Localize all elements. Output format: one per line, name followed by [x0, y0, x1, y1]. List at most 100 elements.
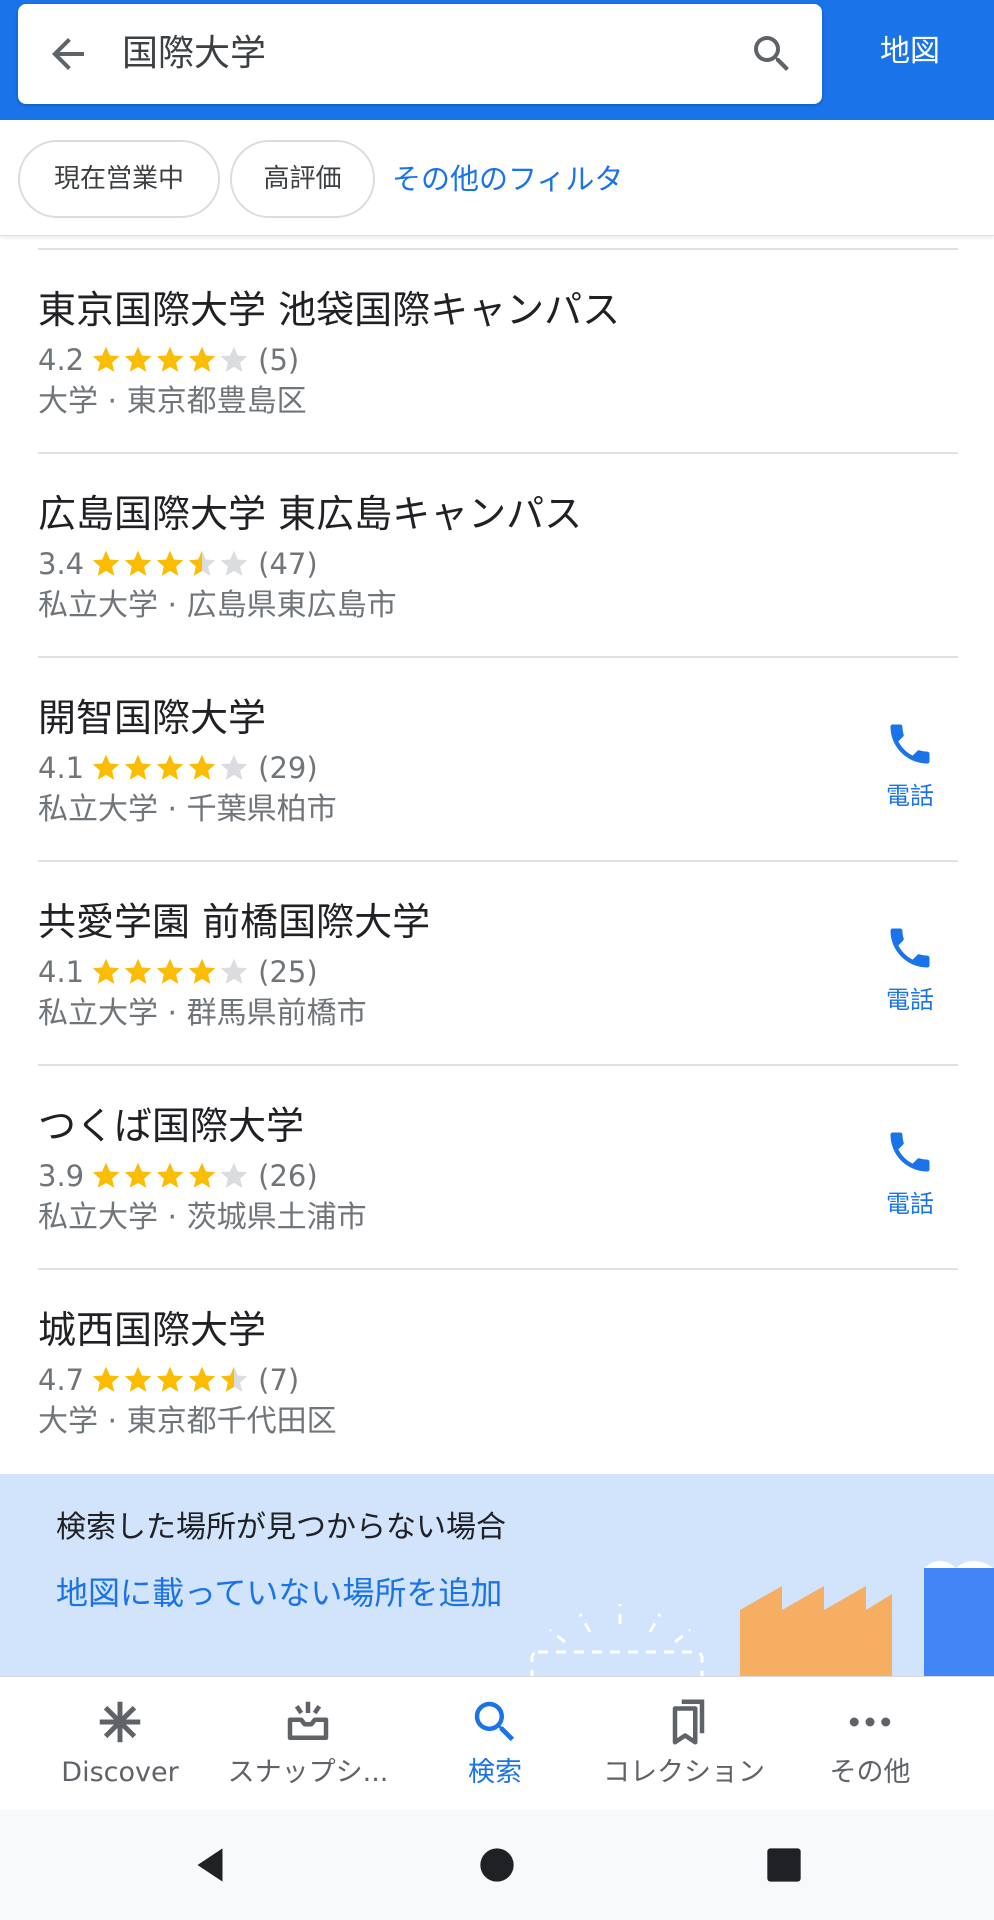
asterisk-icon: [99, 1701, 141, 1743]
star-rating: [90, 548, 250, 580]
filter-chip-top-rated[interactable]: 高評価: [230, 140, 375, 218]
nav-snapshot[interactable]: スナップシ...: [222, 1677, 394, 1811]
map-view-button[interactable]: 地図: [850, 30, 970, 74]
rating-value: 4.2: [38, 343, 85, 377]
call-button[interactable]: 電話: [870, 922, 950, 1032]
city-illustration-icon: [530, 1561, 994, 1676]
star-icon: [156, 958, 184, 984]
result-item[interactable]: つくば国際大学 3.9 (26) 私立大学 · 茨城県土浦市 電話: [0, 1066, 994, 1270]
result-title: 広島国際大学 東広島キャンパス: [38, 492, 583, 536]
rating-value: 3.4: [38, 547, 85, 581]
nav-discover[interactable]: Discover: [40, 1677, 200, 1811]
back-triangle-icon[interactable]: [185, 1840, 235, 1890]
home-circle-icon[interactable]: [472, 1840, 522, 1890]
star-icon: [220, 346, 248, 372]
star-icon: [188, 1162, 216, 1188]
call-button[interactable]: 電話: [870, 1126, 950, 1236]
review-count: (7): [258, 1363, 300, 1397]
star-icon: [124, 1366, 152, 1392]
rating-row: 3.4 (47): [38, 544, 318, 584]
result-category-location: 私立大学 · 広島県東広島市: [38, 588, 397, 623]
bookmarks-icon: [672, 1699, 705, 1745]
result-category-location: 私立大学 · 茨城県土浦市: [38, 1200, 367, 1235]
star-icon: [188, 958, 216, 984]
search-icon[interactable]: [748, 30, 796, 78]
rating-row: 4.1 (29): [38, 748, 318, 788]
add-missing-place-banner: 検索した場所が見つからない場合 地図に載っていない場所を追加: [0, 1474, 994, 1676]
banner-message: 検索した場所が見つからない場合: [56, 1510, 506, 1545]
more-filters-link[interactable]: その他のフィルタ: [392, 156, 623, 202]
call-label: 電話: [886, 782, 934, 810]
result-title: 城西国際大学: [38, 1308, 267, 1352]
star-rating: [90, 956, 250, 988]
star-icon: [92, 550, 120, 576]
nav-search[interactable]: 検索: [420, 1677, 570, 1811]
star-icon: [156, 346, 184, 372]
result-item[interactable]: 東京国際大学 池袋国際キャンパス 4.2 (5) 大学 · 東京都豊島区: [0, 250, 994, 454]
bottom-navigation: Discover スナップシ... 検索 コレクション その他: [0, 1676, 994, 1810]
star-icon: [92, 346, 120, 372]
search-icon: [474, 1701, 515, 1742]
search-query-text[interactable]: 国際大学: [122, 28, 266, 80]
back-arrow-icon[interactable]: [44, 30, 92, 78]
result-item[interactable]: 広島国際大学 東広島キャンパス 3.4 (47) 私立大学 · 広島県東広島市: [0, 454, 994, 658]
star-icon: [188, 346, 216, 372]
rating-value: 3.9: [38, 1159, 85, 1193]
call-label: 電話: [886, 1190, 934, 1218]
result-category-location: 大学 · 東京都豊島区: [38, 384, 307, 419]
result-category-location: 私立大学 · 千葉県柏市: [38, 792, 337, 827]
star-icon: [156, 754, 184, 780]
result-title: 東京国際大学 池袋国際キャンパス: [38, 288, 621, 332]
star-icon: [188, 1366, 216, 1392]
star-icon: [124, 1162, 152, 1188]
star-icon: [92, 1366, 120, 1392]
nav-more[interactable]: その他: [800, 1677, 940, 1811]
review-count: (25): [258, 955, 318, 989]
call-button[interactable]: 電話: [870, 718, 950, 828]
phone-icon: [890, 1132, 930, 1172]
star-icon: [188, 754, 216, 780]
result-item[interactable]: 城西国際大学 4.7 (7) 大学 · 東京都千代田区: [0, 1270, 994, 1474]
star-rating: [90, 752, 250, 784]
review-count: (47): [258, 547, 318, 581]
rating-row: 4.2 (5): [38, 340, 299, 380]
rating-row: 4.1 (25): [38, 952, 318, 992]
star-icon: [220, 754, 248, 780]
rating-value: 4.1: [38, 955, 85, 989]
star-icon: [188, 550, 216, 576]
star-rating: [90, 1364, 250, 1396]
add-place-link[interactable]: 地図に載っていない場所を追加: [56, 1570, 502, 1616]
star-rating: [90, 344, 250, 376]
filter-bar: 現在営業中 高評価 その他のフィルタ: [0, 120, 994, 236]
review-count: (29): [258, 751, 318, 785]
star-icon: [124, 754, 152, 780]
result-item[interactable]: 共愛学園 前橋国際大学 4.1 (25) 私立大学 · 群馬県前橋市 電話: [0, 862, 994, 1066]
top-app-bar: 国際大学 地図: [0, 0, 994, 120]
star-icon: [220, 550, 248, 576]
star-rating: [90, 1160, 250, 1192]
search-box[interactable]: 国際大学: [18, 4, 822, 104]
result-title: つくば国際大学: [38, 1104, 305, 1148]
rating-row: 3.9 (26): [38, 1156, 318, 1196]
result-item[interactable]: 開智国際大学 4.1 (29) 私立大学 · 千葉県柏市 電話: [0, 658, 994, 862]
phone-icon: [890, 724, 930, 764]
star-icon: [92, 958, 120, 984]
star-icon: [92, 1162, 120, 1188]
star-icon: [124, 550, 152, 576]
results-list: 東京国際大学 池袋国際キャンパス 4.2 (5) 大学 · 東京都豊島区 広島国…: [0, 236, 994, 1474]
star-icon: [124, 958, 152, 984]
rating-row: 4.7 (7): [38, 1360, 299, 1400]
review-count: (26): [258, 1159, 318, 1193]
star-icon: [156, 550, 184, 576]
review-count: (5): [258, 343, 300, 377]
call-label: 電話: [886, 986, 934, 1014]
snapshot-tray-icon: [287, 1701, 329, 1740]
rating-value: 4.1: [38, 751, 85, 785]
nav-collection[interactable]: コレクション: [594, 1677, 774, 1811]
filter-chip-open-now[interactable]: 現在営業中: [18, 140, 220, 218]
star-icon: [124, 346, 152, 372]
recents-square-icon[interactable]: [759, 1840, 809, 1890]
nav-collection-label: コレクション: [603, 1757, 765, 1788]
nav-search-label: 検索: [468, 1757, 522, 1788]
result-category-location: 大学 · 東京都千代田区: [38, 1404, 337, 1439]
